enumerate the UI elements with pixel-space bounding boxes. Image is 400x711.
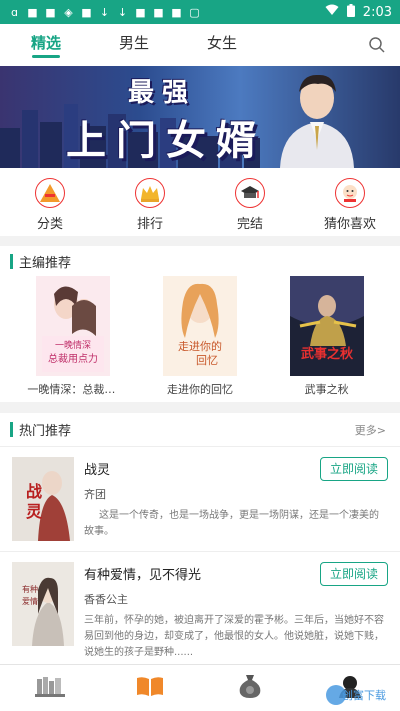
guess-like-icon — [335, 178, 365, 208]
read-now-button[interactable]: 立即阅读 — [320, 457, 388, 481]
nav-bookstore[interactable] — [100, 665, 200, 711]
wifi-icon — [325, 4, 339, 20]
category-icon — [35, 178, 65, 208]
list-item[interactable]: 有种 爱情 有种爱情，见不得光 香香公主 三年前，怀孕的她，被迫离开了深爱的霍予… — [0, 552, 400, 671]
book-cover: 一晚情深 总裁用点力 — [36, 276, 111, 376]
section-title: 热门推荐 — [19, 424, 72, 439]
bookstore-icon — [136, 675, 164, 701]
promo-banner[interactable]: 最强 上门女婿 — [0, 66, 400, 168]
top-tabs: 精选 男生 女生 — [0, 24, 400, 66]
notification-icon: ɑ — [11, 5, 18, 19]
battery-icon — [346, 3, 355, 21]
book-description: 三年前，怀孕的她，被迫离开了深爱的霍予彬。三年后，当她好不容易回到他的身边，却变… — [84, 615, 384, 658]
book-card[interactable]: 武事之秋 武事之秋 — [281, 276, 373, 397]
quick-nav-label: 猜你喜欢 — [323, 217, 376, 232]
book-author: 香香公主 — [84, 593, 128, 606]
svg-text:创富下载: 创富下载 — [342, 688, 386, 702]
svg-text:回忆: 回忆 — [196, 354, 218, 367]
quick-nav-finished[interactable]: 完结 — [200, 168, 300, 236]
quick-nav-label: 分类 — [36, 217, 63, 232]
book-cover: 武事之秋 — [289, 276, 364, 376]
banner-character-image — [280, 74, 354, 168]
book-cover: 走进你的 回忆 — [162, 276, 237, 376]
book-card[interactable]: 走进你的 回忆 走进你的回忆 — [154, 276, 246, 397]
quick-nav-guess-like[interactable]: 猜你喜欢 — [300, 168, 400, 236]
hot-section: 热门推荐 更多> 战 灵 战灵 齐团 这是一个传奇，也是一场战争，更是一场阴谋，… — [0, 413, 400, 664]
app-icon: ■ — [27, 5, 38, 19]
svg-text:一晚情深: 一晚情深 — [55, 339, 91, 351]
nav-bookshelf[interactable] — [0, 665, 100, 711]
banner-title-line1: 最强 — [128, 78, 197, 108]
search-icon[interactable] — [368, 36, 386, 54]
shield-icon: ◈ — [64, 5, 73, 19]
svg-text:总裁用点力: 总裁用点力 — [48, 352, 98, 365]
book-description: 这是一个传奇，也是一场战争，更是一场阴谋，还是一个凄美的故事。 — [84, 510, 379, 537]
status-icons: ɑ ■ ■ ◈ ■ ↓ ↓ ■ ■ ■ ▢ — [8, 6, 201, 19]
book-cover: 战 灵 — [12, 457, 74, 541]
section-marker — [10, 253, 13, 269]
tab-male[interactable]: 男生 — [118, 24, 150, 66]
book-title: 武事之秋 — [304, 383, 349, 396]
banner-title-line2: 上门女婿 — [66, 118, 266, 164]
finished-icon — [235, 178, 265, 208]
book-card[interactable]: 一晚情深 总裁用点力 一晚情深：总裁用... — [27, 276, 119, 397]
quick-nav-ranking[interactable]: 排行 — [100, 168, 200, 236]
book-title: 一晚情深：总裁用... — [27, 383, 120, 396]
ranking-icon — [135, 178, 165, 208]
svg-text:有种: 有种 — [22, 584, 38, 594]
section-title: 主编推荐 — [19, 255, 72, 271]
read-now-button[interactable]: 立即阅读 — [320, 562, 388, 586]
svg-text:武事之秋: 武事之秋 — [301, 346, 354, 362]
book-title: 走进你的回忆 — [166, 383, 233, 396]
svg-text:爱情: 爱情 — [22, 596, 38, 606]
list-item[interactable]: 战 灵 战灵 齐团 这是一个传奇，也是一场战争，更是一场阴谋，还是一个凄美的故事… — [0, 447, 400, 552]
nav-rewards[interactable] — [200, 665, 300, 711]
quick-nav-label: 完结 — [236, 217, 263, 232]
svg-text:战: 战 — [26, 482, 42, 501]
quick-nav: 分类 排行 完结 猜你喜欢 — [0, 168, 400, 236]
app-icon: ■ — [153, 5, 164, 19]
app-icon: ■ — [171, 5, 182, 19]
app-icon: ■ — [45, 5, 56, 19]
quick-nav-category[interactable]: 分类 — [0, 168, 100, 236]
watermark-logo: 创富下载 — [324, 682, 394, 708]
section-marker — [10, 422, 13, 437]
book-cover: 有种 爱情 — [12, 562, 74, 646]
book-author: 齐团 — [84, 488, 106, 501]
app-icon: ■ — [135, 5, 146, 19]
download-icon: ↓ — [99, 5, 110, 19]
tab-featured[interactable]: 精选 — [28, 24, 64, 66]
money-bag-icon — [238, 673, 262, 703]
svg-text:灵: 灵 — [26, 502, 43, 521]
status-bar: ɑ ■ ■ ◈ ■ ↓ ↓ ■ ■ ■ ▢ 2:03 — [0, 0, 400, 24]
clock: 2:03 — [362, 4, 392, 20]
tab-female[interactable]: 女生 — [206, 24, 238, 66]
bookshelf-icon — [35, 675, 65, 701]
app-icon: ■ — [81, 5, 92, 19]
svg-text:走进你的: 走进你的 — [178, 339, 222, 353]
square-icon: ▢ — [189, 5, 200, 19]
download-icon: ↓ — [117, 5, 128, 19]
quick-nav-label: 排行 — [136, 217, 163, 232]
editor-picks-section: 主编推荐 一晚情深 总裁用点力 一晚情深：总裁用... 走进你的 回忆 走进你的… — [0, 246, 400, 402]
more-link[interactable]: 更多> — [355, 422, 386, 438]
